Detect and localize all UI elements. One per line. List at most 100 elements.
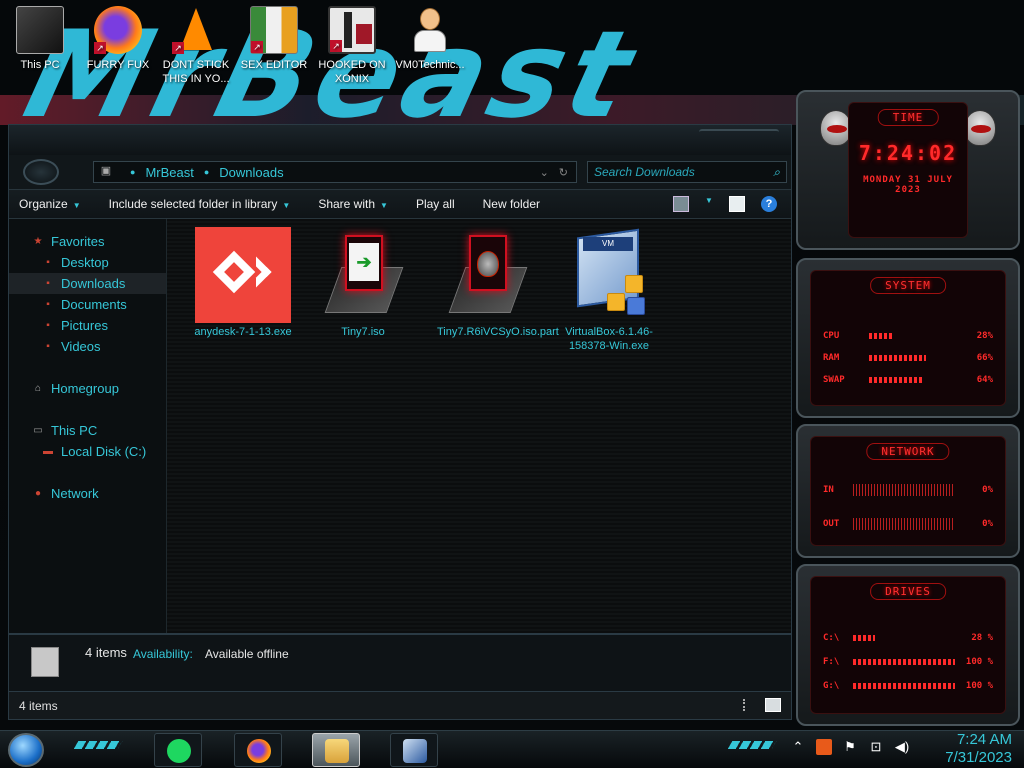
virtualbox-icon: VM bbox=[561, 227, 657, 323]
desktop-icon-this-pc[interactable]: This PC bbox=[0, 6, 80, 92]
file-item-tiny7-part[interactable]: Tiny7.R6iVCSyO.iso.part bbox=[437, 227, 559, 339]
volume-icon[interactable]: ◀) bbox=[894, 739, 910, 755]
file-name: anydesk-7-1-13.exe bbox=[194, 326, 292, 338]
file-name: Tiny7.iso bbox=[341, 326, 385, 338]
drive-f-value: 100 % bbox=[965, 657, 993, 667]
nav-downloads-label: Downloads bbox=[61, 276, 126, 291]
nav-network[interactable]: ● Network bbox=[9, 483, 166, 504]
refresh-icon[interactable]: ↻ bbox=[559, 166, 568, 179]
taskbar-decoration bbox=[73, 741, 123, 749]
folder-icon bbox=[325, 739, 349, 763]
nav-this-pc[interactable]: ▭ This PC bbox=[9, 420, 166, 441]
nav-local-disk[interactable]: ▬ Local Disk (C:) bbox=[9, 441, 166, 462]
show-hidden-icons-icon[interactable]: ⌃ bbox=[790, 739, 806, 755]
alien-head-icon bbox=[964, 110, 996, 146]
drive-c-row: C:\ 28 % bbox=[823, 631, 993, 645]
file-item-tiny7-iso[interactable]: ➔ Tiny7.iso bbox=[313, 227, 413, 339]
file-item-anydesk[interactable]: anydesk-7-1-13.exe bbox=[193, 227, 293, 339]
navigation-pane: ★ Favorites ▪ Desktop ▪ Downloads ▪ Document… bbox=[9, 219, 167, 633]
nav-pictures[interactable]: ▪ Pictures bbox=[9, 315, 166, 336]
nav-downloads[interactable]: ▪ Downloads bbox=[9, 273, 166, 294]
ram-bar bbox=[869, 355, 955, 361]
desktop-icon-xonix[interactable]: ↗ HOOKED ON XONIX bbox=[312, 6, 392, 92]
nav-desktop[interactable]: ▪ Desktop bbox=[9, 252, 166, 273]
cpu-value: 28% bbox=[976, 331, 993, 341]
window-titlebar[interactable] bbox=[9, 125, 791, 155]
drives-gadget[interactable]: DRIVES C:\ 28 % F:\ 100 % G:\ 100 % bbox=[796, 564, 1020, 726]
drive-f-label: F:\ bbox=[823, 657, 840, 667]
start-button[interactable] bbox=[8, 733, 44, 767]
nav-videos[interactable]: ▪ Videos bbox=[9, 336, 166, 357]
network-icon: ● bbox=[34, 487, 42, 499]
nav-homegroup[interactable]: ⌂ Homegroup bbox=[9, 378, 166, 399]
network-gadget[interactable]: NETWORK IN 0% OUT 0% bbox=[796, 424, 1020, 558]
desktop-folder-icon: ▪ bbox=[46, 256, 50, 268]
search-input[interactable] bbox=[594, 165, 764, 179]
taskbar-firefox[interactable] bbox=[234, 733, 282, 767]
drive-g-row: G:\ 100 % bbox=[823, 679, 993, 693]
desktop-icon-firefox[interactable]: ↗ FURRY FUX bbox=[78, 6, 158, 92]
system-tray: ⌃ ⚑ ⊡ ◀) bbox=[790, 739, 910, 755]
java-update-icon[interactable] bbox=[816, 739, 832, 755]
organize-button[interactable]: Organize ▼ bbox=[19, 197, 81, 211]
drive-c-label: C:\ bbox=[823, 633, 840, 643]
file-item-virtualbox[interactable]: VM VirtualBox-6.1.46-158378-Win.exe bbox=[559, 227, 659, 353]
status-bar: 4 items bbox=[9, 691, 791, 719]
nav-videos-label: Videos bbox=[61, 339, 101, 354]
dropdown-arrow-icon: ▼ bbox=[380, 201, 388, 210]
network-tray-icon[interactable]: ⊡ bbox=[868, 739, 884, 755]
new-folder-button[interactable]: New folder bbox=[483, 197, 540, 211]
view-dropdown-icon[interactable]: ▼ bbox=[705, 196, 713, 212]
desktop-icon-vlc[interactable]: ↗ DONT STICK THIS IN YO... bbox=[156, 6, 236, 92]
system-gadget[interactable]: SYSTEM CPU 28% RAM 66% SWAP 64% bbox=[796, 258, 1020, 418]
preview-pane-icon[interactable] bbox=[729, 196, 745, 212]
large-icons-view-icon[interactable] bbox=[765, 698, 781, 712]
desktop-icon-vm0[interactable]: VM0Technic... bbox=[390, 6, 470, 92]
drive-icon: ▬ bbox=[43, 445, 53, 457]
breadcrumb-separator-icon: ● bbox=[203, 167, 210, 177]
taskbar-clock[interactable]: 7:24 AM 7/31/2023 bbox=[945, 731, 1012, 767]
desktop-icon-hxd[interactable]: ↗ SEX EDITOR bbox=[234, 6, 314, 92]
command-toolbar: Organize ▼ Include selected folder in lib… bbox=[9, 189, 791, 219]
navigation-bar: ▣ ● MrBeast ● Downloads ⌄ ↻ ⌕ bbox=[9, 155, 791, 189]
address-bar[interactable]: ▣ ● MrBeast ● Downloads ⌄ ↻ bbox=[93, 161, 577, 183]
chevron-down-icon[interactable]: ⌄ bbox=[540, 166, 549, 179]
share-with-button[interactable]: Share with ▼ bbox=[318, 197, 388, 211]
flag-icon[interactable]: ⚑ bbox=[842, 739, 858, 755]
dropdown-arrow-icon: ▼ bbox=[72, 201, 81, 210]
dropdown-arrow-icon: ▼ bbox=[282, 201, 291, 210]
help-icon[interactable]: ? bbox=[761, 196, 777, 212]
change-view-icon[interactable] bbox=[673, 196, 689, 212]
back-forward-orb[interactable] bbox=[23, 159, 59, 185]
network-in-value: 0% bbox=[982, 485, 993, 495]
breadcrumb-mrbeast[interactable]: MrBeast bbox=[145, 165, 193, 180]
details-pane: 4 items Availability: Available offline bbox=[9, 633, 791, 691]
drive-c-bar bbox=[853, 635, 955, 641]
details-view-icon[interactable] bbox=[743, 699, 755, 711]
network-out-row: OUT 0% bbox=[823, 517, 993, 531]
nav-desktop-label: Desktop bbox=[61, 255, 109, 270]
breadcrumb-downloads[interactable]: Downloads bbox=[219, 165, 283, 180]
titlebar-decoration bbox=[699, 129, 779, 137]
nav-local-disk-label: Local Disk (C:) bbox=[61, 444, 147, 459]
explorer-window: ▣ ● MrBeast ● Downloads ⌄ ↻ ⌕ Organize ▼ … bbox=[8, 124, 792, 720]
time-gadget[interactable]: TIME 7:24:02 MONDAY 31 JULY 2023 bbox=[796, 90, 1020, 250]
play-all-button[interactable]: Play all bbox=[416, 197, 455, 211]
include-library-button[interactable]: Include selected folder in library ▼ bbox=[109, 197, 291, 211]
taskbar-decoration bbox=[727, 741, 777, 749]
taskbar-file-explorer[interactable] bbox=[312, 733, 360, 767]
system-gadget-title: SYSTEM bbox=[870, 277, 946, 294]
desktop-gadgets: TIME 7:24:02 MONDAY 31 JULY 2023 SYSTEM … bbox=[796, 90, 1020, 730]
folder-icon: ▣ bbox=[100, 165, 112, 177]
search-icon[interactable]: ⌕ bbox=[773, 165, 780, 180]
nav-homegroup-label: Homegroup bbox=[51, 381, 119, 396]
taskbar: ⌃ ⚑ ⊡ ◀) 7:24 AM 7/31/2023 bbox=[0, 730, 1024, 768]
file-name: VirtualBox-6.1.46-158378-Win.exe bbox=[565, 326, 653, 352]
taskbar-time: 7:24 AM bbox=[956, 731, 1012, 748]
nav-favorites[interactable]: ★ Favorites bbox=[9, 231, 166, 252]
taskbar-virtualbox[interactable] bbox=[390, 733, 438, 767]
nav-documents[interactable]: ▪ Documents bbox=[9, 294, 166, 315]
organize-label: Organize bbox=[19, 197, 68, 211]
file-name: Tiny7.R6iVCSyO.iso.part bbox=[437, 326, 559, 338]
taskbar-spotify[interactable] bbox=[154, 733, 202, 767]
